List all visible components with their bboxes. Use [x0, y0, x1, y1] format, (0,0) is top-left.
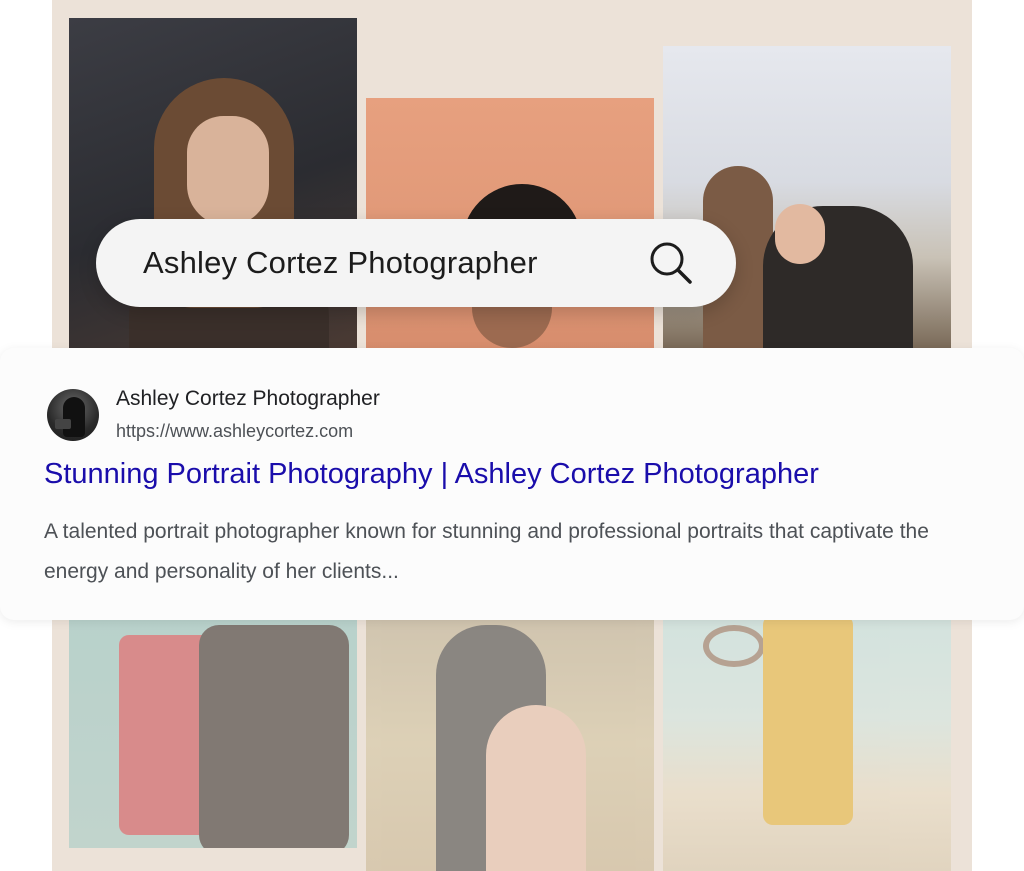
portrait-photo-yellow-pants: [663, 615, 951, 871]
search-result-card: Ashley Cortez Photographer https://www.a…: [0, 348, 1024, 620]
figure-face: [187, 116, 269, 226]
figure-pants: [763, 615, 853, 825]
avatar-person: [63, 397, 85, 437]
figure-face: [775, 204, 825, 264]
search-icon[interactable]: [646, 238, 696, 288]
site-info[interactable]: Ashley Cortez Photographer https://www.a…: [47, 386, 380, 444]
figure-child-right: [486, 705, 586, 871]
site-url[interactable]: https://www.ashleycortez.com: [116, 418, 380, 444]
camera-icon: [55, 419, 71, 429]
result-title-link[interactable]: Stunning Portrait Photography | Ashley C…: [44, 458, 819, 491]
portrait-photo-children: [366, 615, 654, 871]
portrait-photo-jacket: [69, 615, 357, 848]
result-snippet: A talented portrait photographer known f…: [44, 520, 929, 583]
site-name: Ashley Cortez Photographer: [116, 387, 380, 410]
search-input[interactable]: Ashley Cortez Photographer: [143, 245, 646, 281]
photographer-avatar: [47, 389, 99, 441]
search-bar[interactable]: Ashley Cortez Photographer: [96, 219, 736, 307]
site-meta: Ashley Cortez Photographer https://www.a…: [116, 386, 380, 444]
figure-jacket: [199, 625, 349, 848]
basketball-hoop: [703, 625, 765, 667]
stage: Ashley Cortez Photographer Ashley Cortez…: [0, 0, 1024, 871]
